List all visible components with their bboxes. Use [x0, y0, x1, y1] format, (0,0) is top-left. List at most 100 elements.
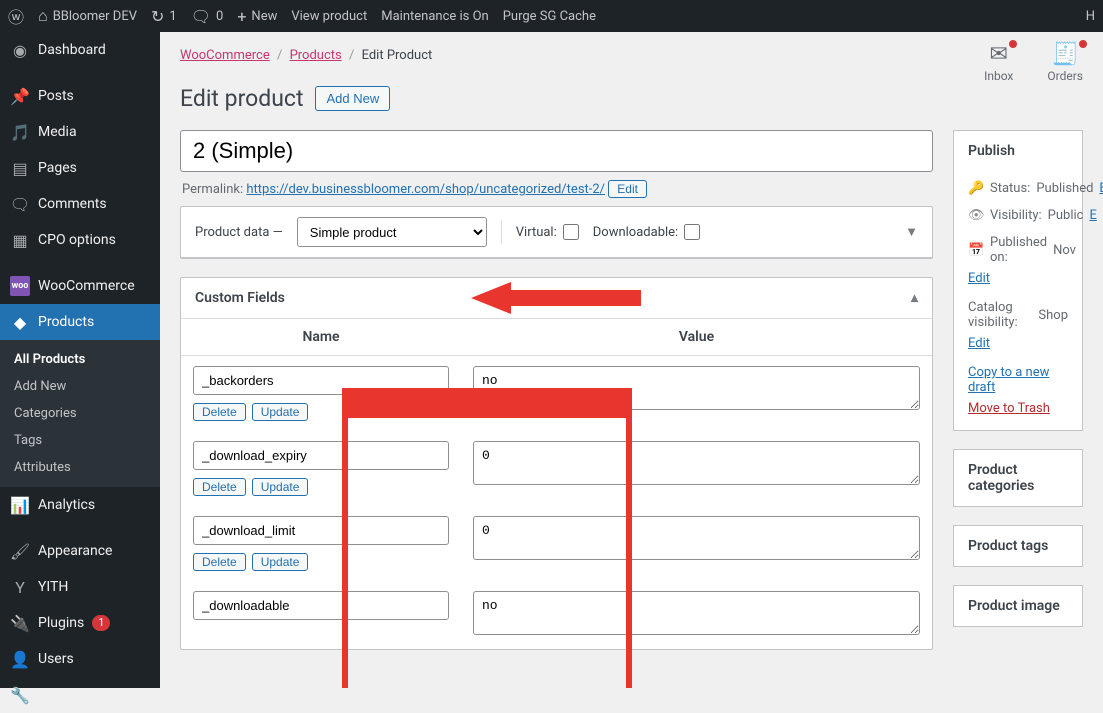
calendar-icon: 📅 — [968, 243, 984, 258]
status-edit-link[interactable]: E — [1099, 181, 1103, 196]
menu-dashboard[interactable]: ◉Dashboard — [0, 32, 160, 68]
new-content[interactable]: +New — [237, 7, 277, 26]
plus-icon: + — [237, 7, 246, 26]
analytics-icon: 📊 — [10, 495, 30, 515]
refresh-icon: ↻ — [151, 7, 164, 26]
home-icon: ⌂ — [38, 6, 48, 26]
submenu-tags[interactable]: Tags — [0, 427, 160, 454]
submenu-categories[interactable]: Categories — [0, 400, 160, 427]
cf-value-input[interactable] — [473, 366, 920, 410]
dashboard-icon: ◉ — [10, 40, 30, 60]
breadcrumb: WooCommerce / Products / Edit Product — [180, 32, 1083, 73]
downloadable-label: Downloadable: — [593, 225, 678, 240]
product-tags-box[interactable]: Product tags — [953, 525, 1083, 567]
cf-name-input[interactable] — [193, 366, 449, 395]
woo-icon: woo — [10, 276, 30, 296]
user-icon: 👤 — [10, 649, 30, 669]
add-new-button[interactable]: Add New — [315, 86, 390, 111]
permalink-edit-button[interactable]: Edit — [608, 180, 647, 198]
grid-icon: ▦ — [10, 230, 30, 250]
header-icons: ✉Inbox 🧾Orders — [984, 42, 1083, 83]
arrow-callout-icon — [471, 280, 641, 316]
menu-plugins[interactable]: 🔌Plugins 1 — [0, 605, 160, 641]
move-to-trash-link[interactable]: Move to Trash — [968, 401, 1050, 416]
cf-update-button[interactable]: Update — [252, 478, 309, 496]
product-categories-box[interactable]: Product categories — [953, 449, 1083, 507]
product-data-box: Product data — Simple product Virtual: D… — [180, 206, 933, 259]
cf-name-header: Name — [181, 319, 461, 356]
purge-cache-link[interactable]: Purge SG Cache — [503, 9, 596, 24]
menu-cpo[interactable]: ▦CPO options — [0, 222, 160, 258]
cf-delete-button[interactable]: Delete — [193, 478, 246, 496]
menu-appearance[interactable]: 🖌Appearance — [0, 533, 160, 569]
view-product-link[interactable]: View product — [291, 9, 367, 24]
catalog-edit-link[interactable]: Edit — [968, 336, 1068, 351]
key-icon: 🔑 — [968, 181, 984, 196]
cf-value-input[interactable] — [473, 591, 920, 635]
comment-icon: 🗨 — [191, 7, 211, 26]
content-area: ✉Inbox 🧾Orders WooCommerce / Products / … — [160, 32, 1103, 688]
wp-logo[interactable]: ⓦ — [8, 4, 24, 28]
product-data-toggle[interactable]: ▼ — [905, 224, 918, 240]
eye-icon: 👁 — [968, 208, 984, 223]
maintenance-link[interactable]: Maintenance is On — [381, 9, 488, 24]
downloadable-checkbox[interactable] — [684, 224, 700, 240]
cf-name-input[interactable] — [193, 441, 449, 470]
orders-button[interactable]: 🧾Orders — [1047, 42, 1083, 83]
menu-yith[interactable]: YYITH — [0, 569, 160, 605]
cf-update-button[interactable]: Update — [252, 553, 309, 571]
products-icon: ◆ — [10, 312, 30, 332]
inbox-button[interactable]: ✉Inbox — [984, 42, 1013, 83]
product-data-label: Product data — — [195, 225, 283, 240]
cf-value-header: Value — [461, 319, 932, 356]
cf-delete-button[interactable]: Delete — [193, 403, 246, 421]
brush-icon: 🖌 — [10, 541, 30, 561]
cf-name-input[interactable] — [193, 516, 449, 545]
pages-icon: ▤ — [10, 158, 30, 178]
menu-media[interactable]: 🎵Media — [0, 114, 160, 150]
submenu-all-products[interactable]: All Products — [0, 346, 160, 373]
howdy[interactable]: H — [1086, 9, 1095, 24]
virtual-label: Virtual: — [516, 225, 557, 240]
published-edit-link[interactable]: Edit — [968, 271, 1068, 286]
custom-fields-toggle[interactable]: ▴ — [911, 290, 918, 306]
menu-analytics[interactable]: 📊Analytics — [0, 487, 160, 523]
cf-update-button[interactable]: Update — [252, 403, 309, 421]
menu-woocommerce[interactable]: wooWooCommerce — [0, 268, 160, 304]
custom-fields-title: Custom Fields — [195, 290, 285, 306]
menu-pages[interactable]: ▤Pages — [0, 150, 160, 186]
menu-users[interactable]: 👤Users — [0, 641, 160, 677]
cf-name-input[interactable] — [193, 591, 449, 620]
visibility-edit-link[interactable]: E — [1089, 208, 1096, 223]
cf-value-input[interactable] — [473, 516, 920, 560]
crumb-products[interactable]: Products — [290, 48, 342, 63]
page-title: Edit product — [180, 85, 303, 112]
product-type-select[interactable]: Simple product — [297, 217, 487, 247]
crumb-woocommerce[interactable]: WooCommerce — [180, 48, 270, 63]
page-title-row: Edit product Add New — [180, 73, 1083, 130]
cf-value-input[interactable] — [473, 441, 920, 485]
plug-icon: 🔌 — [10, 613, 30, 633]
wordpress-icon: ⓦ — [8, 4, 24, 28]
plugins-badge: 1 — [92, 615, 110, 631]
comments-count[interactable]: 🗨0 — [191, 7, 224, 26]
menu-products[interactable]: ◆Products — [0, 304, 160, 340]
copy-draft-link[interactable]: Copy to a new draft — [968, 365, 1068, 395]
publish-title: Publish — [954, 131, 1082, 171]
site-name[interactable]: ⌂BBloomer DEV — [38, 6, 137, 26]
publish-box: Publish 🔑Status: Published E 👁Visibility… — [953, 130, 1083, 431]
submenu-add-new[interactable]: Add New — [0, 373, 160, 400]
virtual-checkbox[interactable] — [563, 224, 579, 240]
revisions[interactable]: ↻1 — [151, 7, 177, 26]
permalink-row: Permalink: https://dev.businessbloomer.c… — [180, 172, 933, 206]
menu-comments[interactable]: 🗨Comments — [0, 186, 160, 222]
submenu-attributes[interactable]: Attributes — [0, 454, 160, 481]
menu-tools[interactable]: 🔧Tools — [0, 677, 160, 713]
orders-icon: 🧾 — [1047, 42, 1083, 67]
custom-fields-box: Custom Fields ▴ Name Value DeleteUpdate … — [180, 277, 933, 650]
permalink-url[interactable]: https://dev.businessbloomer.com/shop/unc… — [246, 182, 605, 197]
cf-delete-button[interactable]: Delete — [193, 553, 246, 571]
product-title-input[interactable] — [180, 130, 933, 172]
menu-posts[interactable]: 📌Posts — [0, 78, 160, 114]
product-image-box[interactable]: Product image — [953, 585, 1083, 627]
